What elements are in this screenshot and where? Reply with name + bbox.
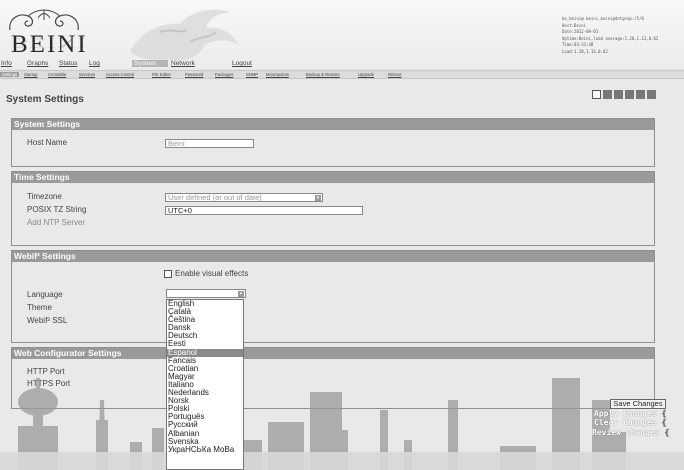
section-title: Web Configurator Settings [12, 348, 654, 359]
bracket-icon: { [661, 418, 667, 427]
chevron-down-icon: ▾ [315, 195, 321, 201]
view-option-5[interactable] [636, 90, 645, 99]
timezone-select[interactable]: User defined (or out of date) ▾ [165, 193, 323, 202]
review-changes-button[interactable]: Review Changes { [592, 428, 669, 437]
view-option-1[interactable] [592, 90, 601, 99]
view-option-3[interactable] [614, 90, 623, 99]
visual-effects-label: Enable visual effects [175, 269, 249, 278]
subnav-item-upgrade[interactable]: Upgrade [358, 72, 374, 77]
language-label: Language [27, 290, 63, 299]
subnav-item-packages[interactable]: Packages [215, 72, 233, 77]
posix-tz-label: POSIX TZ String [27, 205, 87, 214]
add-ntp-server-link[interactable]: Add NTP Server [27, 218, 85, 227]
time-settings-section: Time Settings Timezone User defined (or … [11, 171, 655, 246]
bracket-icon: { [661, 409, 667, 418]
tab-network[interactable]: Network [171, 60, 195, 67]
logo-reflection: BEINI [11, 35, 88, 50]
https-port-label: HTTPS Port [27, 379, 71, 388]
tab-info[interactable]: Info [1, 60, 12, 67]
view-option-6[interactable] [647, 90, 656, 99]
language-option[interactable]: УкраНСЬКа МоВа [167, 445, 243, 454]
system-info-readout: be_beini@ beini_beini@dotgrep:/5/6 Host:… [562, 16, 659, 54]
footer [0, 451, 684, 470]
bracket-icon: { [664, 428, 670, 437]
view-option-4[interactable] [625, 90, 634, 99]
section-title: Webif² Settings [12, 251, 654, 262]
visual-effects-checkbox[interactable] [164, 270, 172, 278]
tab-logout[interactable]: Logout [232, 60, 252, 67]
save-changes-button[interactable]: Save Changes [610, 399, 666, 409]
tab-graphs[interactable]: Graphs [27, 60, 48, 67]
theme-label: Theme [27, 303, 52, 312]
timezone-label: Timezone [27, 192, 62, 201]
timezone-value: User defined (or out of date) [168, 193, 262, 202]
subnav-item-backup-restore[interactable]: Backup & Restore [306, 72, 340, 77]
clear-changes-button[interactable]: Clear Changes { [594, 418, 666, 427]
dragon-icon [130, 9, 238, 61]
subnav-item-file-editor[interactable]: File Editor [152, 72, 171, 77]
subnav-item-reboot[interactable]: Reboot [388, 72, 402, 77]
sub-nav: Settings Startup Crontable Services Acce… [0, 70, 684, 79]
main-nav: Info Graphs Status Log System Network Lo… [0, 60, 684, 68]
tab-log[interactable]: Log [89, 60, 100, 67]
section-title: Time Settings [12, 172, 654, 183]
subnav-item-mountpoints[interactable]: Mountpoints [266, 72, 289, 77]
host-name-input[interactable]: Beini [165, 139, 254, 148]
webif-ssl-label: Webif² SSL [27, 316, 68, 325]
clear-changes-label: Clear Changes [594, 418, 657, 427]
web-configurator-section: Web Configurator Settings HTTP Port HTTP… [11, 347, 655, 409]
language-dropdown-list[interactable]: English Català Čeština Dansk Deutsch Eesti Esp… [166, 299, 244, 470]
tab-system[interactable]: System [132, 60, 168, 67]
apply-changes-button[interactable]: Apply Changes { [594, 409, 666, 418]
view-option-2[interactable] [603, 90, 612, 99]
posix-tz-input[interactable]: UTC+0 [165, 206, 363, 215]
system-settings-section: System Settings Host Name Beini [11, 118, 655, 167]
apply-changes-label: Apply Changes [594, 409, 657, 418]
page-title: System Settings [6, 94, 84, 105]
subnav-item-services[interactable]: Services [79, 72, 95, 77]
subnav-item-crontable[interactable]: Crontable [48, 72, 66, 77]
subnav-item-access-control[interactable]: Access Control [106, 72, 134, 77]
host-name-label: Host Name [27, 138, 68, 147]
language-select[interactable]: ▾ [166, 289, 246, 298]
review-changes-label: Review Changes [592, 428, 660, 437]
http-port-label: HTTP Port [27, 367, 65, 376]
subnav-item-startup[interactable]: Startup [24, 72, 38, 77]
subnav-item-settings[interactable]: Settings [0, 72, 20, 77]
subnav-item-password[interactable]: Password [185, 72, 203, 77]
subnav-item-snmp[interactable]: SNMP [246, 72, 258, 77]
view-switcher [592, 90, 658, 99]
chevron-down-icon: ▾ [238, 291, 244, 297]
webif-settings-section: Webif² Settings Enable visual effects La… [11, 250, 655, 343]
header: BEINI BEINI be_beini@ beini_beini@dotgre… [0, 0, 684, 68]
section-title: System Settings [12, 119, 654, 130]
tab-status[interactable]: Status [59, 60, 77, 67]
